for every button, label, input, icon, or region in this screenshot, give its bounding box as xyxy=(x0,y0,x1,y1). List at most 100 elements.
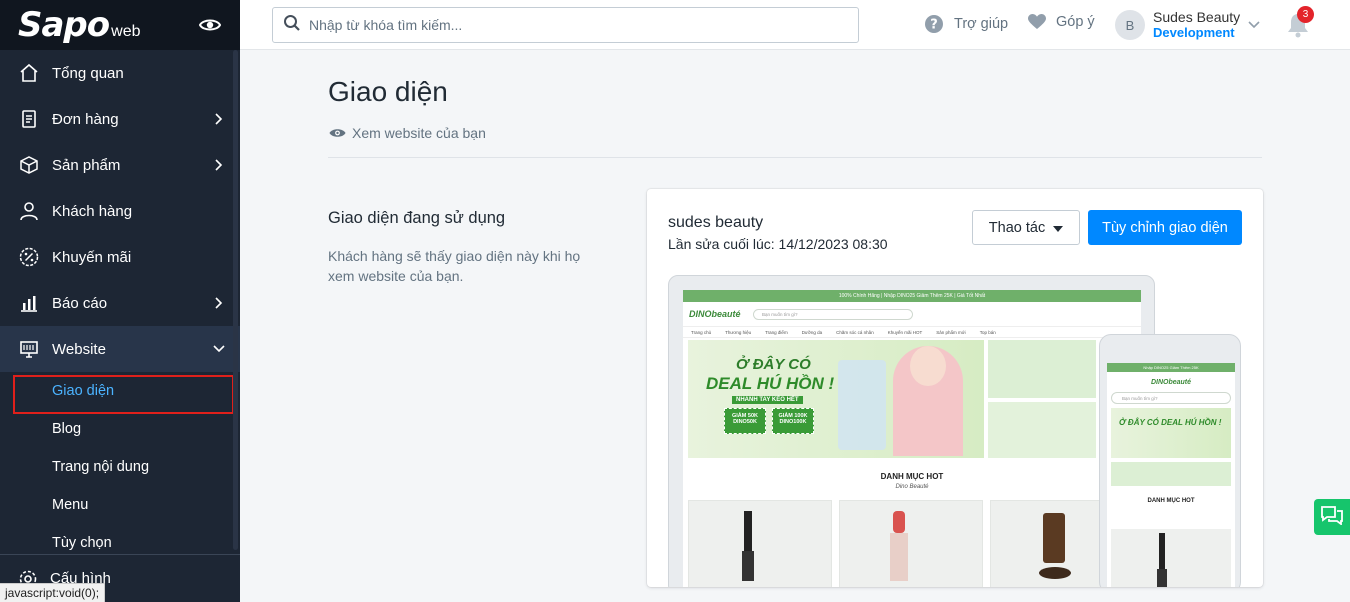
chevron-down-icon xyxy=(1248,21,1260,29)
mobile-search: Bạn muốn tìm gì? xyxy=(1111,392,1231,404)
preview-banner-model-head xyxy=(910,346,946,386)
user-info: Sudes Beauty Development xyxy=(1153,9,1240,41)
preview-side-banner xyxy=(988,402,1096,458)
preview-hot-title: DANH MỤC HOT xyxy=(880,472,944,481)
preview-banner: Ở ĐÂY CÓ DEAL HÚ HỒN ! NHANH TAY KÉO HẾT… xyxy=(688,340,984,458)
search-icon xyxy=(283,14,301,37)
chevron-right-icon xyxy=(212,296,226,310)
sidebar-item-label: Khuyến mãi xyxy=(52,248,132,266)
preview-category-card xyxy=(839,500,983,587)
receipt-icon xyxy=(18,108,40,130)
mobile-strip xyxy=(1111,462,1231,486)
sidebar-item-promotions[interactable]: Khuyến mãi xyxy=(0,234,240,280)
preview-nav-item: Dưỡng da xyxy=(801,329,823,335)
box-icon xyxy=(18,154,40,176)
sidebar-item-overview[interactable]: Tổng quan xyxy=(0,50,240,96)
actions-label: Thao tác xyxy=(988,219,1046,236)
theme-name: sudes beauty xyxy=(668,214,764,231)
preview-coupon: GIẢM 50K DINO50K xyxy=(724,408,766,434)
page-title: Giao diện xyxy=(328,76,448,107)
mobile-banner: Ở ĐÂY CÓ DEAL HÚ HỒN ! xyxy=(1111,408,1231,458)
sidebar-item-reports[interactable]: Báo cáo xyxy=(0,280,240,326)
view-website-label: Xem website của bạn xyxy=(352,125,486,141)
preview-banner-line2: DEAL HÚ HỒN ! xyxy=(706,374,835,393)
preview-logo: DINObeauté xyxy=(689,309,741,319)
current-theme-card: sudes beauty Lần sửa cuối lúc: 14/12/202… xyxy=(647,189,1263,587)
preview-hot-subtitle: Dino Beauté xyxy=(895,484,929,490)
help-link[interactable]: ? Trợ giúp xyxy=(924,14,1008,34)
mobile-hot-title: DANH MỤC HOT xyxy=(1147,498,1195,504)
sidebar-subitem-menu[interactable]: Menu xyxy=(0,486,240,524)
view-store-eye-icon[interactable] xyxy=(198,13,222,37)
search-box[interactable] xyxy=(272,7,859,43)
logo-main: Sapo xyxy=(18,5,110,45)
preview-coupon: GIẢM 100K DINO100K xyxy=(772,408,814,434)
sidebar-item-label: Tổng quan xyxy=(52,64,124,82)
chat-icon xyxy=(1320,505,1344,530)
chart-icon xyxy=(18,292,40,314)
user-menu[interactable]: B Sudes Beauty Development xyxy=(1115,9,1260,41)
desktop-preview-screen: 100% Chính Hãng | Nhập DINO25 Giảm Thêm … xyxy=(683,290,1141,587)
sidebar-scrollbar[interactable] xyxy=(233,50,238,550)
preview-top-bar: 100% Chính Hãng | Nhập DINO25 Giảm Thêm … xyxy=(683,290,1141,302)
notification-badge: 3 xyxy=(1297,6,1314,23)
preview-header: DINObeauté Bạn muốn tìm gì? xyxy=(683,302,1141,326)
section-title: Giao diện đang sử dụng xyxy=(328,209,506,227)
home-icon xyxy=(18,62,40,84)
sidebar-item-orders[interactable]: Đơn hàng xyxy=(0,96,240,142)
actions-dropdown-button[interactable]: Thao tác xyxy=(972,210,1080,245)
preview-nav-item: Top bán xyxy=(979,329,996,335)
sidebar-subitem-pages[interactable]: Trang nội dung xyxy=(0,448,240,486)
eye-icon xyxy=(329,127,346,139)
heart-icon xyxy=(1028,14,1046,30)
mobile-preview[interactable]: Nhập DINO25 Giảm Thêm 25K DINObeauté Bạn… xyxy=(1099,334,1241,587)
sidebar-subitem-blog[interactable]: Blog xyxy=(0,410,240,448)
chevron-down-icon xyxy=(212,342,226,356)
chat-button[interactable] xyxy=(1314,499,1350,535)
svg-text:?: ? xyxy=(930,18,938,33)
preview-nav-item: Khuyến mãi HOT xyxy=(887,329,923,335)
sidebar-item-website[interactable]: Website xyxy=(0,326,240,372)
logo-sub: web xyxy=(111,23,141,40)
sidebar-nav: Tổng quan Đơn hàng Sản phẩm Khách hàng K… xyxy=(0,50,240,372)
sidebar-item-products[interactable]: Sản phẩm xyxy=(0,142,240,188)
sidebar-subitem-themes[interactable]: Giao diện xyxy=(0,372,240,410)
sidebar-item-customers[interactable]: Khách hàng xyxy=(0,188,240,234)
sidebar: Sapo web Tổng quan Đơn hàng Sản phẩm Khá… xyxy=(0,0,240,602)
preview-banner-line3: NHANH TAY KÉO HẾT xyxy=(732,396,803,404)
help-label: Trợ giúp xyxy=(954,16,1009,32)
feedback-link[interactable]: Góp ý xyxy=(1028,14,1095,30)
preview-nav-item: Trang chủ xyxy=(691,329,712,335)
mobile-category-card xyxy=(1111,529,1231,587)
sidebar-item-label: Khách hàng xyxy=(52,202,133,220)
preview-nav: Trang chủ Thương hiệu Trang điểm Dưỡng d… xyxy=(683,326,1141,338)
top-header: ? Trợ giúp Góp ý B Sudes Beauty Developm… xyxy=(240,0,1350,50)
help-circle-icon: ? xyxy=(924,14,944,34)
view-website-link[interactable]: Xem website của bạn xyxy=(329,125,486,141)
sidebar-item-label: Website xyxy=(52,340,106,358)
avatar: B xyxy=(1115,10,1145,40)
preview-search: Bạn muốn tìm gì? xyxy=(753,308,913,320)
feedback-label: Góp ý xyxy=(1056,14,1095,30)
customize-theme-button[interactable]: Tùy chỉnh giao diện xyxy=(1088,210,1242,245)
sapo-logo[interactable]: Sapo web xyxy=(18,5,141,45)
preview-banner-line1: Ở ĐÂY CÓ xyxy=(736,356,811,373)
search-input[interactable] xyxy=(309,17,829,33)
mobile-preview-screen: Nhập DINO25 Giảm Thêm 25K DINObeauté Bạn… xyxy=(1107,363,1235,587)
monitor-icon xyxy=(18,338,40,360)
preview-category-card xyxy=(688,500,832,587)
preview-nav-item: Trang điểm xyxy=(765,329,788,335)
chevron-right-icon xyxy=(212,158,226,172)
mobile-logo: DINObeauté xyxy=(1150,378,1192,386)
status-tooltip: javascript:void(0); xyxy=(0,583,106,602)
mobile-top-bar: Nhập DINO25 Giảm Thêm 25K xyxy=(1107,363,1235,372)
theme-last-edited: Lần sửa cuối lúc: 14/12/2023 08:30 xyxy=(668,236,888,252)
preview-nav-item: Sản phẩm mới xyxy=(936,329,966,335)
website-submenu: Giao diện Blog Trang nội dung Menu Tùy c… xyxy=(0,372,240,562)
preview-side-banner xyxy=(988,340,1096,398)
preview-banner-products xyxy=(838,360,886,450)
preview-nav-item: Thương hiệu xyxy=(725,329,752,335)
desktop-preview[interactable]: 100% Chính Hãng | Nhập DINO25 Giảm Thêm … xyxy=(668,275,1155,587)
sidebar-item-label: Sản phẩm xyxy=(52,156,121,174)
sidebar-item-label: Báo cáo xyxy=(52,294,108,312)
